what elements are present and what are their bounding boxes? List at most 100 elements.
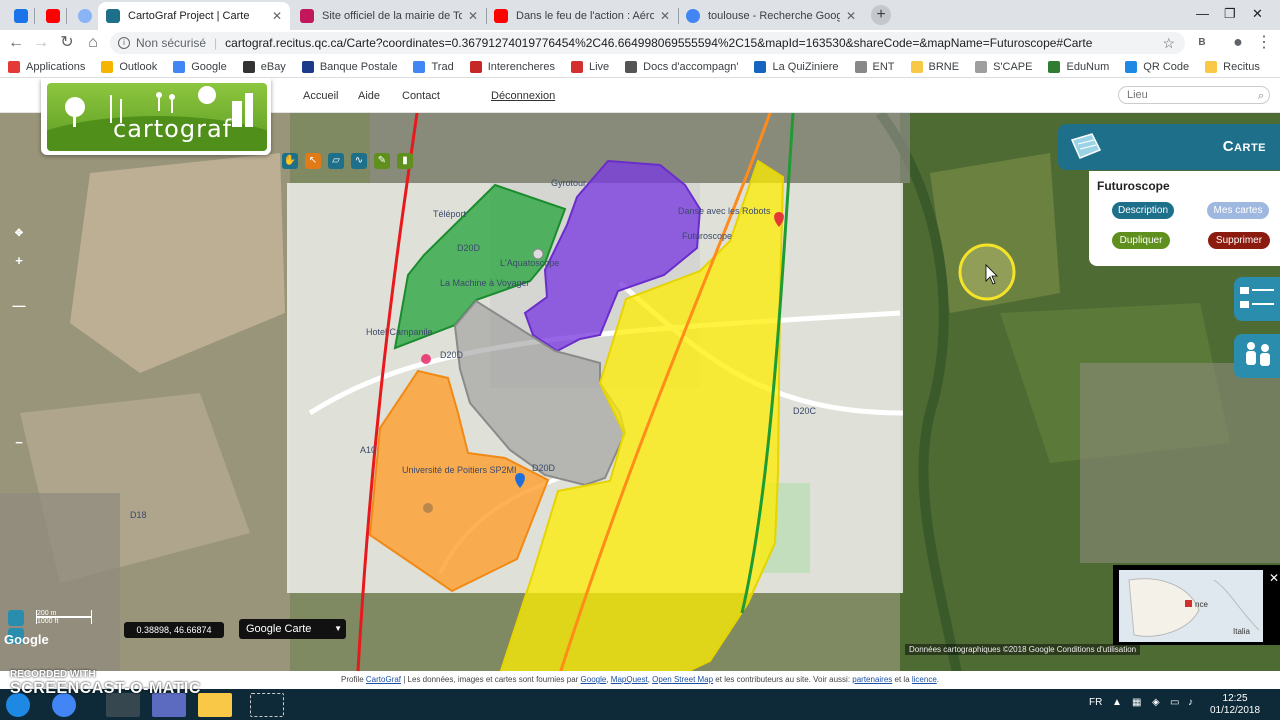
home-icon[interactable]: ⌂ — [83, 33, 103, 53]
bookmark-item[interactable]: La QuiZiniere — [754, 60, 839, 73]
map-name: Futuroscope — [1097, 179, 1170, 193]
menu-contact-link[interactable]: Contact — [402, 90, 440, 102]
partners-link[interactable]: partenaires — [852, 675, 892, 684]
bookmark-item[interactable]: BRNE — [910, 60, 959, 73]
zoom-in-button[interactable]: + — [5, 253, 33, 268]
bookmark-item[interactable]: Banque Postale — [301, 60, 397, 73]
device-tray-icon[interactable]: ▭ — [1170, 697, 1179, 708]
bookmark-item[interactable]: QR Code — [1125, 60, 1189, 73]
tray-expand-icon[interactable]: ▲ — [1112, 697, 1122, 708]
bookmark-item[interactable]: Live — [570, 60, 609, 73]
map-canvas[interactable]: Gyrotour Téléport Danse avec les Robots Fut… — [0, 110, 1280, 689]
pan-hand-icon[interactable]: ✋ — [282, 153, 298, 169]
back-button[interactable]: ← — [6, 33, 26, 53]
place-search-input[interactable]: Lieu ⌕ — [1118, 86, 1270, 104]
pan-arrows-icon[interactable]: ✥ — [5, 228, 33, 239]
menu-dots-icon[interactable]: ⋮ — [1254, 33, 1274, 53]
license-link[interactable]: licence — [912, 675, 937, 684]
draw-line-icon[interactable]: ∿ — [351, 153, 367, 169]
minimize-button[interactable]: — — [1196, 6, 1209, 21]
close-window-button[interactable]: ✕ — [1252, 6, 1263, 22]
overview-minimap[interactable]: nce Italia ✕ — [1113, 565, 1280, 645]
mapquest-link[interactable]: MapQuest — [611, 675, 648, 684]
extension-icon[interactable]: B — [1192, 33, 1212, 53]
bookmark-label: Interencheres — [487, 60, 555, 73]
close-tab-icon[interactable]: ✕ — [660, 9, 670, 23]
bookmark-item[interactable]: Interencheres — [469, 60, 555, 73]
security-tray-icon[interactable]: ◈ — [1152, 697, 1160, 708]
poi-marker[interactable] — [421, 354, 431, 364]
satellite-map[interactable]: Gyrotour Téléport Danse avec les Robots Fut… — [0, 110, 1280, 689]
poi-marker[interactable] — [423, 503, 433, 513]
share-users-tab[interactable] — [1234, 334, 1280, 378]
zoom-out-button[interactable]: − — [5, 435, 33, 450]
bookmark-item[interactable]: eBay — [242, 60, 286, 73]
map-type-select[interactable]: Google Carte ▼ — [239, 619, 346, 639]
map-credit[interactable]: Données cartographiques ©2018 Google Con… — [905, 644, 1141, 655]
info-icon[interactable]: i — [118, 37, 130, 49]
address-bar[interactable]: i Non sécurisé | cartograf.recitus.qc.ca… — [110, 32, 1185, 54]
tab-aeroport[interactable]: Dans le feu de l'action : Aéroport ✕ — [486, 2, 678, 30]
close-tab-icon[interactable]: ✕ — [846, 9, 856, 23]
search-icon[interactable]: ⌕ — [1258, 88, 1264, 104]
bookmark-item[interactable]: ENT — [854, 60, 895, 73]
bookmark-label: ENT — [872, 60, 895, 73]
google-link[interactable]: Google — [581, 675, 607, 684]
search-map-icon[interactable] — [8, 610, 24, 626]
my-maps-button[interactable]: Mes cartes — [1207, 202, 1269, 219]
duplicate-button[interactable]: Dupliquer — [1112, 232, 1170, 249]
location-marker-icon — [1185, 600, 1192, 607]
bookmark-item[interactable]: Docs d'accompagn' — [625, 60, 738, 73]
bookmark-item[interactable]: EduNum — [1048, 60, 1109, 73]
bookmark-item[interactable]: Outlook — [101, 60, 157, 73]
menu-home-link[interactable]: Accueil — [303, 90, 338, 102]
profile-icon[interactable]: ● — [1228, 33, 1248, 53]
tab-cartograf[interactable]: CartoGraf Project | Carte ✕ — [98, 2, 290, 30]
france-outline — [1128, 578, 1200, 637]
url-text[interactable]: cartograf.recitus.qc.ca/Carte?coordinate… — [225, 36, 1162, 50]
tab-youtube[interactable] — [38, 2, 64, 30]
network-icon[interactable]: ▦ — [1132, 697, 1141, 708]
menu-help-link[interactable]: Aide — [358, 90, 380, 102]
cartograf-link[interactable]: CartoGraf — [366, 675, 401, 684]
draw-shape-icon[interactable]: ▱ — [328, 153, 344, 169]
tab-mairie[interactable]: Site officiel de la mairie de Toulo ✕ — [292, 2, 486, 30]
map-panel-header[interactable]: Carte — [1058, 124, 1280, 170]
bookmark-item[interactable]: Applications — [8, 60, 85, 73]
description-button[interactable]: Description — [1112, 202, 1174, 219]
reload-button[interactable]: ↻ — [57, 33, 77, 53]
osm-link[interactable]: Open Street Map — [652, 675, 713, 684]
close-tab-icon[interactable]: ✕ — [468, 9, 478, 23]
bookmark-icon — [854, 60, 867, 73]
delete-button[interactable]: Supprimer — [1208, 232, 1270, 249]
trash-icon[interactable]: ▮ — [397, 153, 413, 169]
bookmark-item[interactable]: Trad — [413, 60, 454, 73]
bookmark-star-icon[interactable]: ☆ — [1162, 35, 1175, 52]
zoom-level-mark[interactable]: — — [5, 298, 33, 313]
cartograf-logo[interactable]: cartograf — [41, 79, 271, 155]
close-minimap-icon[interactable]: ✕ — [1269, 571, 1279, 585]
forward-button[interactable]: → — [31, 33, 51, 53]
system-clock[interactable]: 12:25 01/12/2018 — [1210, 693, 1260, 717]
bookmark-item[interactable]: Google — [173, 60, 227, 73]
select-arrow-icon[interactable]: ↖ — [305, 153, 321, 169]
layers-tab[interactable] — [1234, 277, 1280, 321]
volume-icon[interactable]: ♪ — [1188, 697, 1193, 708]
tab-blank[interactable] — [70, 2, 96, 30]
bookmark-item[interactable]: S'CAPE — [975, 60, 1032, 73]
maximize-button[interactable]: ❐ — [1224, 6, 1236, 22]
close-tab-icon[interactable]: ✕ — [272, 9, 282, 23]
tab-google-search[interactable]: toulouse - Recherche Google ✕ — [678, 2, 864, 30]
edit-pencil-icon[interactable]: ✎ — [374, 153, 390, 169]
new-tab-button[interactable]: + — [871, 5, 891, 25]
tab-download[interactable] — [6, 2, 32, 30]
language-indicator[interactable]: FR — [1089, 697, 1102, 708]
map-label: Gyrotour — [551, 178, 586, 188]
map-label: Téléport — [433, 209, 467, 219]
logout-link[interactable]: Déconnexion — [491, 90, 555, 102]
file-explorer-taskbar-icon[interactable] — [198, 693, 232, 717]
zoom-controls: ✥ + — − — [5, 228, 33, 450]
drawing-toolbar: ✋ ↖ ▱ ∿ ✎ ▮ — [282, 153, 420, 169]
bookmark-item[interactable]: Recitus — [1205, 60, 1260, 73]
snipping-tool-taskbar-icon[interactable] — [250, 693, 284, 717]
